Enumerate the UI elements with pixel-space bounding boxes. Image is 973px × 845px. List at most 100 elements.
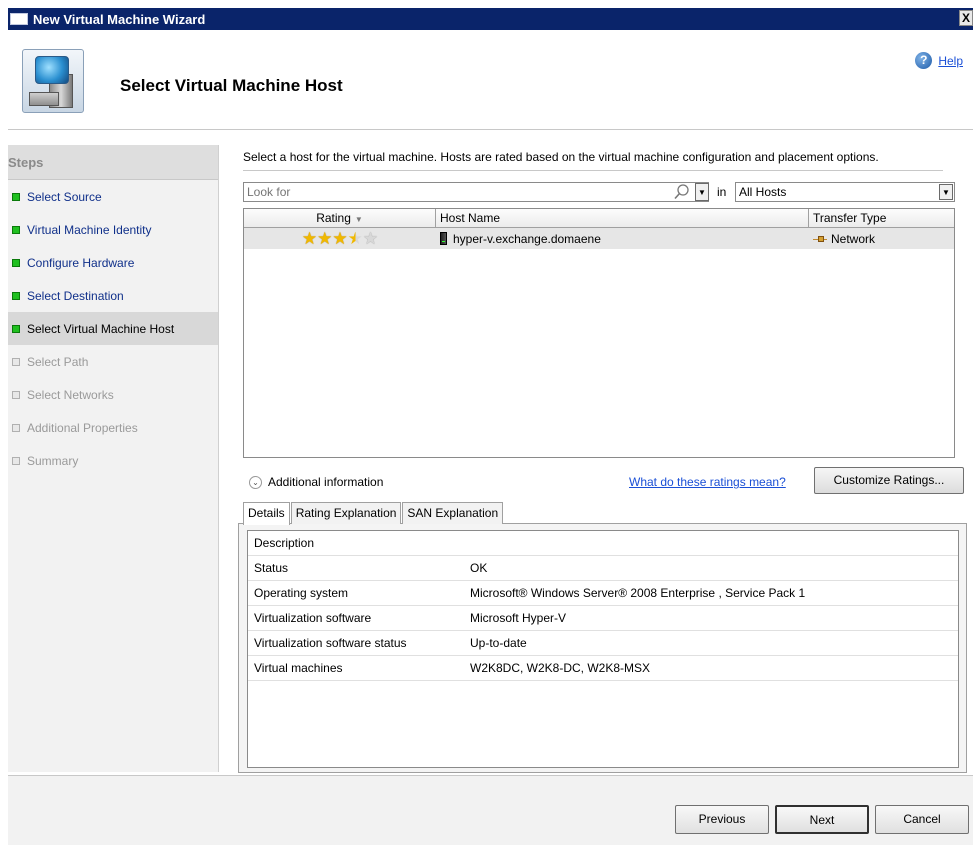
details-key: Virtual machines (254, 661, 343, 675)
step-bullet-icon (12, 357, 20, 366)
details-value: Microsoft Hyper-V (470, 611, 567, 625)
table-header: Rating ▼ Host Name Transfer Type (244, 209, 954, 228)
step-label: Select Networks (27, 387, 114, 402)
transfer-type: Network (831, 231, 876, 246)
step-bullet-icon (12, 390, 20, 399)
virtual-machine-logo-icon (22, 49, 84, 113)
step-select-path: Select Path (8, 345, 218, 378)
step-bullet-icon (12, 192, 20, 201)
step-label: Select Source (27, 189, 102, 204)
step-select-virtual-machine-host[interactable]: Select Virtual Machine Host (8, 312, 218, 345)
step-bullet-icon (12, 456, 20, 465)
rating-stars: ★ ★ ★ ★ ★ (302, 230, 378, 247)
step-label: Select Destination (27, 288, 124, 303)
search-row: ▼ in All Hosts ▼ (243, 182, 955, 204)
step-select-destination[interactable]: Select Destination (8, 279, 218, 312)
instruction-text: Select a host for the virtual machine. H… (243, 150, 879, 164)
step-label: Additional Properties (27, 420, 138, 435)
wizard-footer: Previous Next Cancel (8, 775, 973, 845)
cancel-button[interactable]: Cancel (875, 805, 969, 834)
tab-rating-explanation[interactable]: Rating Explanation (290, 502, 402, 524)
main-content: Select a host for the virtual machine. H… (238, 145, 973, 775)
ratings-help-link[interactable]: What do these ratings mean? (629, 475, 786, 489)
step-additional-properties: Additional Properties (8, 411, 218, 444)
step-bullet-icon (12, 291, 20, 300)
step-summary: Summary (8, 444, 218, 477)
table-row[interactable]: ★ ★ ★ ★ ★ hyper-v.exchange.domaene Network (244, 228, 954, 249)
step-label: Select Path (27, 354, 89, 369)
details-panel: Description Status OK Operating system Mic… (238, 523, 967, 773)
tab-san-explanation[interactable]: SAN Explanation (402, 502, 504, 524)
steps-title: Steps (8, 145, 218, 180)
in-label: in (717, 185, 727, 199)
window-icon (10, 13, 28, 25)
additional-info-row: ⌄ Additional information What do these r… (243, 467, 968, 495)
next-button[interactable]: Next (775, 805, 869, 834)
scope-select[interactable]: All Hosts ▼ (735, 182, 955, 202)
details-value: W2K8DC, W2K8-DC, W2K8-MSX (470, 661, 651, 675)
help-link[interactable]: Help (938, 54, 963, 68)
additional-info-toggle[interactable]: ⌄ Additional information (249, 475, 383, 489)
details-row: Virtualization software status Up-to-date (248, 631, 958, 656)
additional-info-label: Additional information (268, 475, 384, 489)
step-bullet-icon (12, 258, 20, 267)
previous-button[interactable]: Previous (675, 805, 769, 834)
star-icon: ★ (362, 229, 379, 248)
column-header-transfer-type[interactable]: Transfer Type (809, 209, 954, 227)
transfer-type-cell: Network (809, 232, 954, 246)
window-title: New Virtual Machine Wizard (33, 11, 206, 27)
host-name-cell: hyper-v.exchange.domaene (436, 232, 809, 246)
details-row: Virtual machines W2K8DC, W2K8-DC, W2K8-MS… (248, 656, 958, 681)
details-header: Description (254, 536, 315, 550)
details-value: OK (470, 561, 488, 575)
details-key: Operating system (254, 586, 349, 600)
details-key: Status (254, 561, 289, 575)
search-input[interactable] (243, 182, 709, 202)
step-virtual-machine-identity[interactable]: Virtual Machine Identity (8, 213, 218, 246)
host-table: Rating ▼ Host Name Transfer Type ★ ★ ★ ★ ★ hy… (243, 208, 955, 458)
step-select-networks: Select Networks (8, 378, 218, 411)
details-row: Status OK (248, 556, 958, 581)
steps-sidebar: Steps Select Source Virtual Machine Iden… (8, 145, 219, 772)
step-bullet-icon (12, 423, 20, 432)
chevron-down-icon[interactable]: ▼ (939, 184, 953, 200)
details-value: Up-to-date (470, 636, 527, 650)
sort-arrow-icon: ▼ (354, 215, 363, 224)
step-bullet-icon (12, 324, 20, 333)
details-value: Microsoft® Windows Server® 2008 Enterpri… (470, 586, 806, 600)
details-list: Description Status OK Operating system Mic… (247, 530, 959, 768)
step-label: Configure Hardware (27, 255, 135, 270)
server-icon (440, 232, 447, 245)
rating-cell: ★ ★ ★ ★ ★ (244, 230, 436, 247)
details-key: Virtualization software status (254, 636, 407, 650)
star-icon: ★ (301, 229, 318, 248)
search-icon[interactable] (673, 183, 691, 201)
column-header-host-name[interactable]: Host Name (436, 209, 809, 227)
customize-ratings-button[interactable]: Customize Ratings... (814, 467, 964, 494)
divider (243, 170, 943, 171)
step-bullet-icon (12, 225, 20, 234)
chevron-down-icon[interactable]: ⌄ (249, 475, 262, 489)
details-tabs: Details Rating Explanation SAN Explanati… (243, 502, 504, 525)
step-configure-hardware[interactable]: Configure Hardware (8, 246, 218, 279)
column-header-rating[interactable]: Rating ▼ (244, 209, 436, 227)
step-select-source[interactable]: Select Source (8, 180, 218, 213)
details-key: Virtualization software (254, 611, 372, 625)
page-title: Select Virtual Machine Host (120, 76, 343, 95)
scope-select-value: All Hosts (739, 185, 787, 199)
search-options-dropdown[interactable]: ▼ (695, 183, 709, 201)
step-label: Select Virtual Machine Host (27, 321, 175, 336)
wizard-header: Select Virtual Machine Host ? Help (8, 30, 973, 130)
step-label: Summary (27, 453, 79, 468)
tab-details[interactable]: Details (243, 502, 290, 525)
help-area: ? Help (915, 52, 963, 69)
star-icon: ★ (317, 229, 333, 248)
host-name: hyper-v.exchange.domaene (453, 231, 601, 246)
window-titlebar: New Virtual Machine Wizard X (8, 8, 973, 30)
close-button[interactable]: X (959, 10, 973, 26)
star-icon: ★ (332, 229, 348, 248)
star-icon: ★ (347, 229, 363, 248)
step-label: Virtual Machine Identity (27, 222, 152, 237)
help-icon[interactable]: ? (915, 52, 933, 69)
network-icon (813, 235, 827, 243)
